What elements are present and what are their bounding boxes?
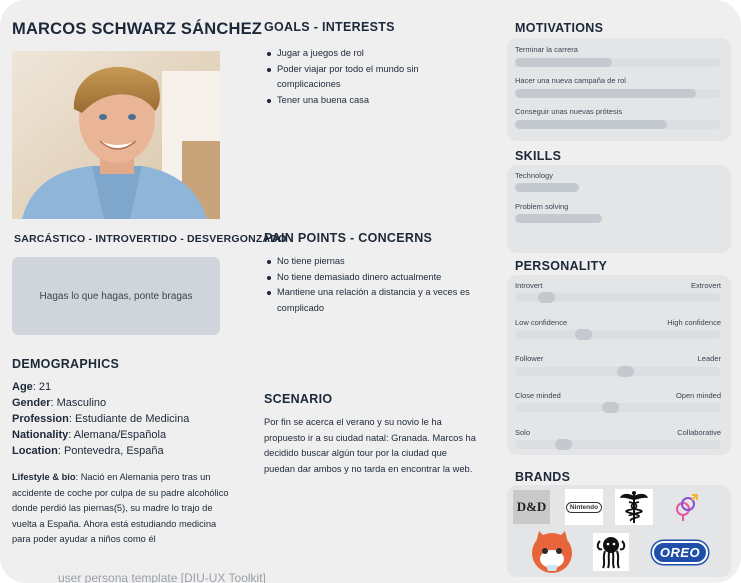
personality-title: PERSONALITY <box>515 259 608 273</box>
nintendo-logo: Nintendo <box>565 489 603 525</box>
personality-left-label: Follower <box>515 354 544 363</box>
motivation-label: Hacer una nueva campaña de rol <box>515 76 626 85</box>
scenario-title: SCENARIO <box>264 392 333 406</box>
skill-bar-fill <box>515 183 579 192</box>
personality-slider-knob <box>538 292 555 303</box>
personality-left-label: Low confidence <box>515 318 568 327</box>
demographics-gender: Gender: Masculino <box>12 397 107 409</box>
pain-points-title: PAIN POINTS - CONCERNS <box>264 231 433 245</box>
list-item: Mantiene una relación a distancia y a ve… <box>264 285 486 316</box>
skill-bar-track <box>515 183 721 192</box>
list-item: No tiene demasiado dinero actualmente <box>264 270 486 286</box>
demographics-list: Age: 21 Gender: Masculino Profession: Es… <box>12 379 189 459</box>
motivation-label: Terminar la carrera <box>515 45 578 54</box>
cat-mascot-icon <box>530 529 574 575</box>
pain-points-list: No tiene piernas No tiene demasiado dine… <box>264 254 486 316</box>
template-watermark: user persona template [DIU-UX Toolkit] <box>58 571 266 583</box>
motivation-bar-track <box>515 120 721 129</box>
persona-name: MARCOS SCHWARZ SÁNCHEZ <box>12 20 263 38</box>
list-item: No tiene piernas <box>264 254 486 270</box>
demographics-age: Age: 21 <box>12 381 52 393</box>
skills-title: SKILLS <box>515 149 562 163</box>
gender-symbol-icon <box>671 489 701 525</box>
personality-slider <box>515 439 721 450</box>
goals-title: GOALS - INTERESTS <box>264 20 395 34</box>
personality-slider-knob <box>555 439 572 450</box>
motivation-bar-fill <box>515 120 668 129</box>
personality-right-label: Collaborative <box>677 428 721 437</box>
personality-slider <box>515 366 721 377</box>
persona-photo <box>12 51 220 219</box>
personality-left-label: Close minded <box>515 391 561 400</box>
quote-text: Hagas lo que hagas, ponte bragas <box>39 290 193 302</box>
persona-quote: Hagas lo que hagas, ponte bragas <box>12 257 220 335</box>
brands-title: BRANDS <box>515 470 571 484</box>
skill-bar-track <box>515 214 721 223</box>
personality-slider <box>515 292 721 303</box>
personality-slider <box>515 329 721 340</box>
oreo-logo: OREO <box>648 538 712 566</box>
persona-card: MARCOS SCHWARZ SÁNCHEZ SARCÁSTICO - INTR… <box>0 0 741 583</box>
cthulhu-icon <box>593 533 629 571</box>
brands-panel: D&D Nintendo OREO <box>507 485 731 577</box>
demographics-profession: Profession: Estudiante de Medicina <box>12 413 190 425</box>
caduceus-icon <box>615 489 653 525</box>
demographics-title: DEMOGRAPHICS <box>12 357 120 371</box>
personality-right-label: High confidence <box>667 318 721 327</box>
personality-slider <box>515 402 721 413</box>
motivation-bar-track <box>515 89 721 98</box>
personality-left-label: Solo <box>515 428 531 437</box>
motivations-title: MOTIVATIONS <box>515 21 604 35</box>
personality-slider-knob <box>575 329 592 340</box>
list-item: Tener una buena casa <box>264 93 479 109</box>
personality-right-label: Extrovert <box>690 281 721 290</box>
demographics-location: Location: Pontevedra, España <box>12 445 164 457</box>
scenario-text: Por fin se acerca el verano y su novio l… <box>264 417 476 474</box>
persona-traits: SARCÁSTICO - INTROVERTIDO - DESVERGONZAD… <box>14 233 287 245</box>
personality-left-label: Introvert <box>515 281 543 290</box>
motivation-bar-fill <box>515 89 697 98</box>
goals-list: Jugar a juegos de rol Poder viajar por t… <box>264 46 479 108</box>
skill-label: Technology <box>515 171 553 180</box>
motivations-panel: Terminar la carrera Hacer una nueva camp… <box>507 38 731 141</box>
personality-slider-knob <box>602 402 619 413</box>
dnd-logo: D&D <box>513 490 550 524</box>
personality-right-label: Leader <box>697 354 721 363</box>
motivation-bar-track <box>515 58 721 67</box>
personality-panel: Introvert Extrovert Low confidence High … <box>507 275 731 455</box>
skill-bar-fill <box>515 214 602 223</box>
personality-right-label: Open minded <box>675 391 721 400</box>
motivation-bar-fill <box>515 58 612 67</box>
lifestyle-bio: Lifestyle & bio: Nació en Alemania pero … <box>12 472 229 544</box>
demographics-nationality: Nationality: Alemana/Española <box>12 429 167 441</box>
skill-label: Problem solving <box>515 202 569 211</box>
list-item: Poder viajar por todo el mundo sin compl… <box>264 62 479 93</box>
motivation-label: Conseguir unas nuevas prótesis <box>515 107 623 116</box>
personality-slider-knob <box>617 366 634 377</box>
list-item: Jugar a juegos de rol <box>264 46 479 62</box>
skills-panel: Technology Problem solving <box>507 165 731 253</box>
